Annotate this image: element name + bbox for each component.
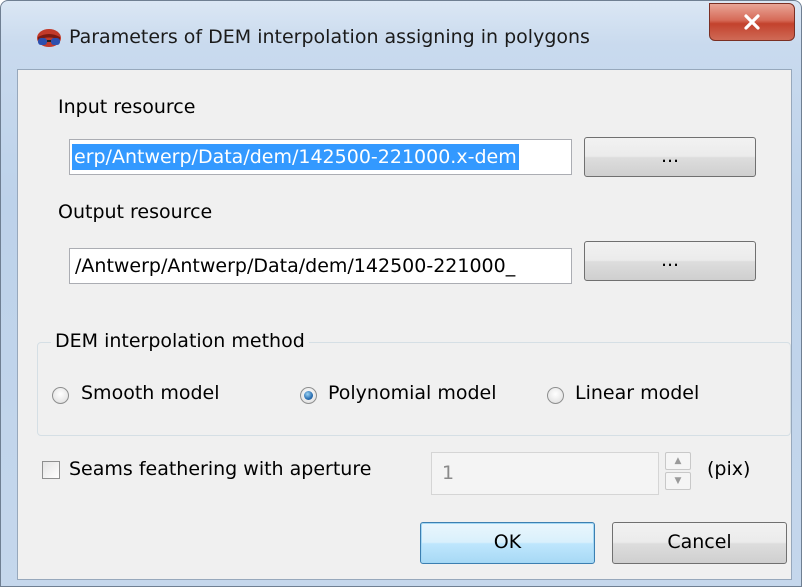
spin-up-icon[interactable]: ▲ (665, 452, 691, 470)
dialog-window: Parameters of DEM interpolation assignin… (0, 0, 802, 587)
aperture-value: 1 (442, 462, 455, 484)
aperture-unit: (pix) (707, 458, 751, 480)
interpolation-method-label: DEM interpolation method (51, 330, 309, 352)
smooth-model-label[interactable]: Smooth model (81, 382, 220, 404)
close-icon (744, 14, 760, 30)
seams-feathering-label[interactable]: Seams feathering with aperture (69, 458, 371, 480)
polynomial-model-label[interactable]: Polynomial model (328, 382, 497, 404)
output-browse-button[interactable]: ... (584, 241, 756, 281)
close-button[interactable] (709, 3, 795, 41)
app-glasses-icon (37, 29, 61, 47)
radio-selected-dot (304, 391, 313, 400)
aperture-spinner[interactable]: ▲ ▼ (665, 452, 691, 490)
seams-feathering-checkbox[interactable] (42, 461, 60, 479)
ok-button[interactable]: OK (420, 522, 595, 564)
input-resource-value: erp/Antwerp/Data/dem/142500-221000.x-dem (72, 144, 519, 170)
linear-model-radio[interactable] (547, 387, 564, 404)
spin-down-icon[interactable]: ▼ (665, 472, 691, 490)
input-resource-label: Input resource (58, 96, 196, 118)
polynomial-model-radio[interactable] (300, 387, 317, 404)
output-resource-field[interactable]: /Antwerp/Antwerp/Data/dem/142500-221000_ (69, 248, 572, 284)
output-resource-value: /Antwerp/Antwerp/Data/dem/142500-221000_ (75, 255, 516, 277)
linear-model-label[interactable]: Linear model (575, 382, 699, 404)
cancel-button[interactable]: Cancel (612, 522, 787, 564)
aperture-input[interactable]: 1 (431, 452, 659, 495)
output-resource-label: Output resource (58, 201, 213, 223)
input-resource-field[interactable]: erp/Antwerp/Data/dem/142500-221000.x-dem (69, 139, 572, 175)
window-title: Parameters of DEM interpolation assignin… (69, 26, 590, 48)
input-browse-button[interactable]: ... (584, 137, 756, 177)
smooth-model-radio[interactable] (52, 387, 69, 404)
